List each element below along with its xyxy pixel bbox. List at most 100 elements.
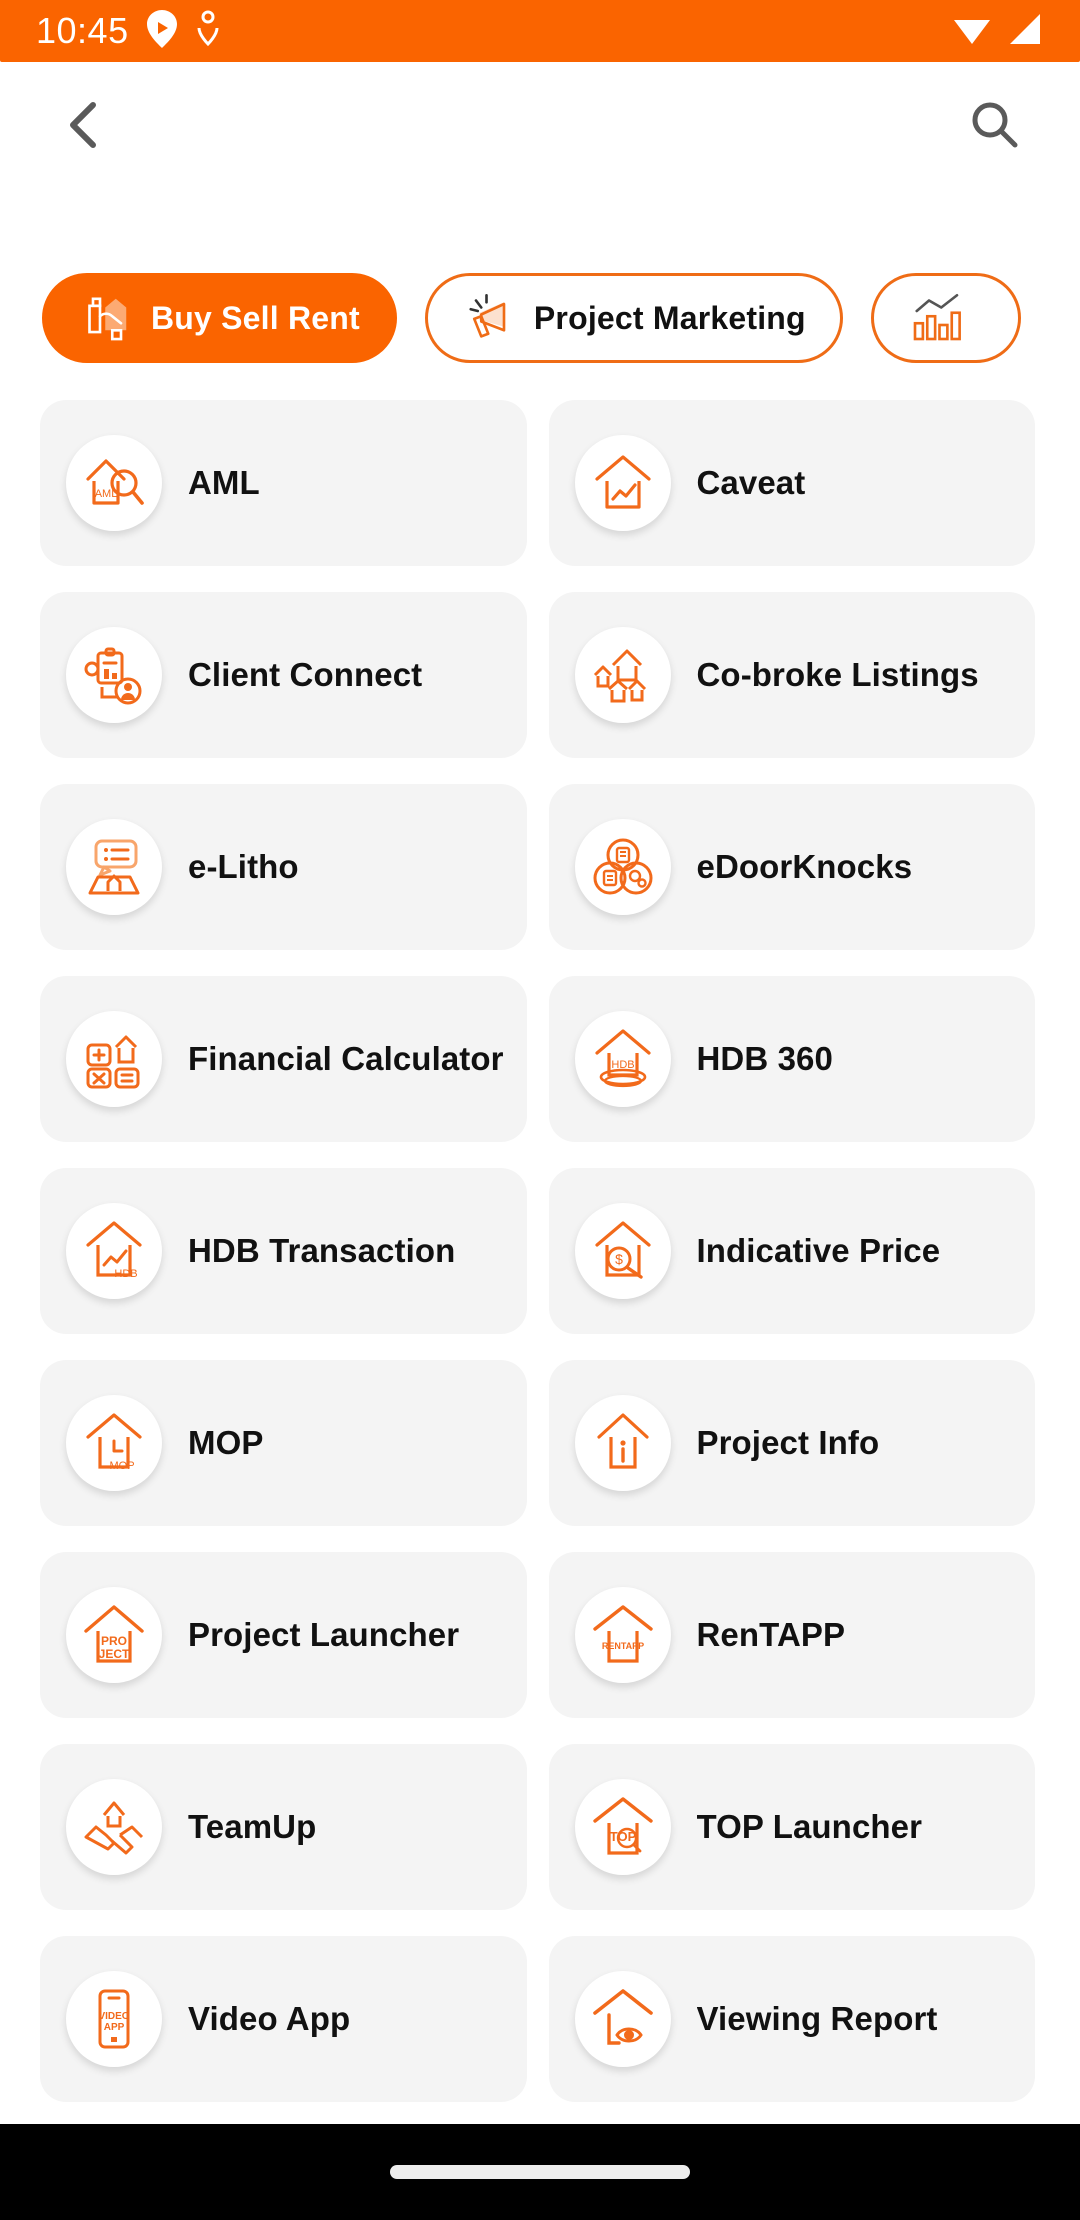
app-tile-financial-calculator[interactable]: Financial Calculator	[40, 976, 527, 1142]
app-tile-hdb-360[interactable]: HDB HDB 360	[548, 976, 1035, 1142]
app-tile-video-app[interactable]: VIDEO APP Video App	[40, 1936, 527, 2102]
grid-row: Financial Calculator HDB HDB 360	[0, 976, 1080, 1142]
app-tile-rentapp[interactable]: RENTAPP RenTAPP	[548, 1552, 1035, 1718]
search-button[interactable]	[960, 92, 1030, 162]
app-tile-mop[interactable]: MOP MOP	[40, 1360, 527, 1526]
app-tile-label: Viewing Report	[696, 2000, 938, 2037]
gesture-home-handle[interactable]	[390, 2165, 690, 2179]
house-magnifier-aml-icon: AML	[86, 459, 144, 505]
app-tile-label: RenTAPP	[696, 1616, 846, 1653]
svg-text:$: $	[615, 1251, 623, 1267]
app-tile-viewing-report[interactable]: Viewing Report	[548, 1936, 1035, 2102]
chevron-left-icon	[63, 97, 107, 158]
three-circles-icon	[593, 838, 652, 895]
grid-row: HDB HDB Transaction $ Indicative Price	[0, 1168, 1080, 1334]
tab-buy-sell-rent[interactable]: Buy Sell Rent	[42, 273, 397, 363]
tab-project-marketing[interactable]: Project Marketing	[424, 273, 843, 363]
app-tile-project-info[interactable]: Project Info	[548, 1360, 1035, 1526]
megaphone-icon	[462, 290, 518, 346]
status-bar-clock: 10:45	[36, 10, 129, 51]
house-rentapp-icon: RENTAPP	[592, 1605, 653, 1663]
app-tile-client-connect[interactable]: Client Connect	[40, 592, 527, 758]
svg-text:VIDEO: VIDEO	[98, 2011, 129, 2022]
svg-text:JECT: JECT	[99, 1647, 130, 1661]
icon-circle: HDB	[66, 1203, 162, 1299]
app-tile-project-launcher[interactable]: PRO JECT Project Launcher	[40, 1552, 527, 1718]
app-tile-e-litho[interactable]: e-Litho	[40, 784, 527, 950]
wifi-icon	[952, 12, 992, 51]
house-handshake-icon	[79, 290, 135, 346]
house-eye-icon	[592, 1989, 653, 2045]
app-tile-caveat[interactable]: Caveat	[548, 400, 1035, 566]
icon-circle: HDB	[574, 1011, 671, 1107]
category-tab-strip[interactable]: Buy Sell Rent Project Marketing	[0, 268, 1080, 368]
svg-text:APP: APP	[104, 2022, 125, 2033]
icon-circle	[66, 1011, 162, 1107]
icon-circle: TOP	[574, 1779, 671, 1875]
icon-circle	[66, 1779, 162, 1875]
grid-row: TeamUp TOP TOP Launcher	[0, 1744, 1080, 1910]
play-badge-icon	[146, 9, 177, 53]
app-tile-label: TeamUp	[188, 1808, 317, 1845]
system-navigation-bar	[0, 2124, 1080, 2220]
grid-row: Client Connect Co-broke Listings	[0, 592, 1080, 758]
phone-video-app-icon: VIDEO APP	[98, 1989, 130, 2049]
bar-chart-trend-icon	[908, 290, 964, 346]
tab-label: Buy Sell Rent	[151, 299, 360, 336]
app-tile-teamup[interactable]: TeamUp	[40, 1744, 527, 1910]
app-tile-label: Video App	[188, 2000, 351, 2037]
location-pin-icon	[195, 10, 221, 53]
back-button[interactable]	[50, 92, 120, 162]
calculator-house-icon	[86, 1035, 140, 1089]
svg-text:MOP: MOP	[109, 1460, 134, 1472]
grid-row: VIDEO APP Video App Viewing Report	[0, 1936, 1080, 2102]
app-tile-label: Indicative Price	[696, 1232, 941, 1269]
tab-label: Project Marketing	[533, 299, 806, 336]
app-tile-label: TOP Launcher	[696, 1808, 923, 1845]
status-bar-right	[952, 12, 1080, 51]
app-tile-aml[interactable]: AML AML	[40, 400, 527, 566]
icon-circle: MOP	[66, 1395, 162, 1491]
tab-analytics[interactable]	[870, 273, 1021, 363]
svg-text:RENTAPP: RENTAPP	[601, 1641, 643, 1651]
house-hdb-360-icon: HDB	[594, 1029, 651, 1088]
app-tile-label: AML	[188, 464, 260, 501]
app-tile-label: Client Connect	[188, 656, 423, 693]
app-tile-top-launcher[interactable]: TOP TOP Launcher	[548, 1744, 1035, 1910]
app-tile-label: Caveat	[696, 464, 806, 501]
app-tile-label: Financial Calculator	[188, 1040, 504, 1077]
house-top-icon: TOP	[592, 1797, 653, 1855]
svg-text:HDB: HDB	[114, 1268, 137, 1280]
clipboard-person-icon	[84, 647, 142, 705]
icon-circle: $	[574, 1203, 671, 1299]
grid-row: MOP MOP Project Info	[0, 1360, 1080, 1526]
icon-circle	[574, 627, 671, 723]
icon-circle: VIDEO APP	[66, 1971, 162, 2067]
grid-row: PRO JECT Project Launcher RENTAPP RenTAP…	[0, 1552, 1080, 1718]
house-dollar-magnifier-icon: $	[594, 1221, 651, 1279]
icon-circle	[574, 1971, 671, 2067]
app-tile-label: e-Litho	[188, 848, 299, 885]
app-tile-label: MOP	[188, 1424, 264, 1461]
app-tile-co-broke-listings[interactable]: Co-broke Listings	[548, 592, 1035, 758]
app-tile-label: Project Info	[696, 1424, 880, 1461]
app-tile-indicative-price[interactable]: $ Indicative Price	[548, 1168, 1035, 1334]
app-tile-edoorknocks[interactable]: eDoorKnocks	[548, 784, 1035, 950]
icon-circle	[66, 819, 162, 915]
icon-circle: AML	[66, 435, 162, 531]
icon-circle	[574, 1395, 671, 1491]
speech-bubble-list-map-icon	[88, 839, 140, 895]
cellular-signal-icon	[1006, 12, 1044, 51]
app-tile-hdb-transaction[interactable]: HDB HDB Transaction	[40, 1168, 527, 1334]
icon-circle	[66, 627, 162, 723]
app-tile-grid: AML AML Caveat Client Connect Co-broke L…	[0, 400, 1080, 2160]
status-bar-left: 10:45	[0, 9, 221, 53]
search-icon	[967, 97, 1023, 158]
house-hdb-chart-icon: HDB	[86, 1221, 142, 1280]
icon-circle: PRO JECT	[66, 1587, 162, 1683]
app-tile-label: eDoorKnocks	[696, 848, 913, 885]
app-tile-label: Co-broke Listings	[696, 656, 979, 693]
svg-text:PRO: PRO	[101, 1634, 127, 1648]
status-bar: 10:45	[0, 0, 1080, 62]
app-tile-label: Project Launcher	[188, 1616, 460, 1653]
